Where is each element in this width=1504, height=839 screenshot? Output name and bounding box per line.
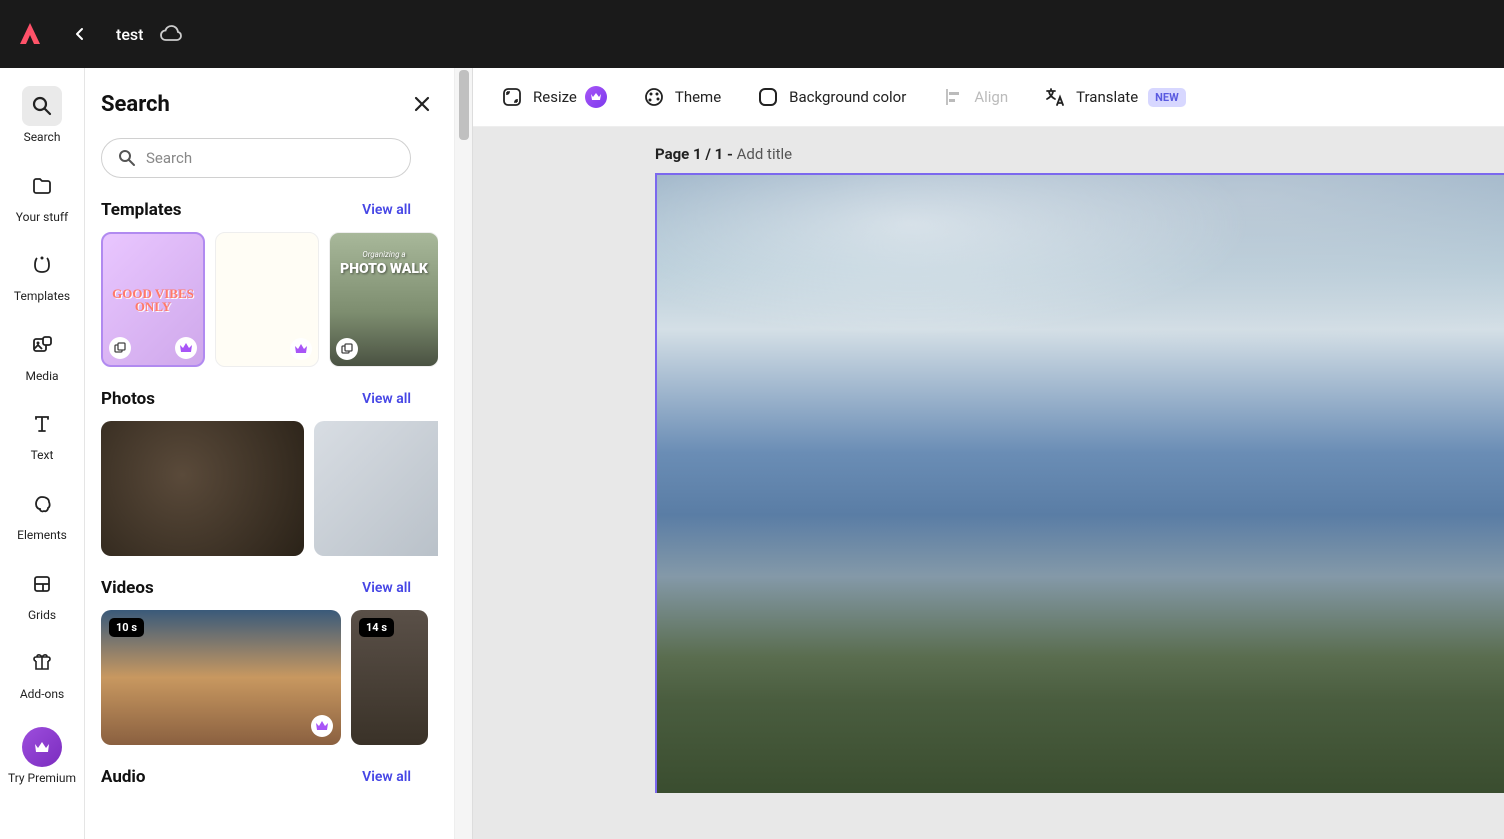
rail-label: Media bbox=[25, 369, 58, 385]
panel-scrollbar[interactable] bbox=[455, 68, 473, 839]
background-color-button[interactable]: Background color bbox=[757, 86, 906, 108]
align-button: Align bbox=[942, 86, 1008, 108]
section-title-templates: Templates bbox=[101, 200, 182, 220]
rail-label: Add-ons bbox=[20, 687, 64, 703]
rail-label: Grids bbox=[28, 608, 56, 624]
close-icon bbox=[413, 95, 431, 113]
video-duration: 10 s bbox=[109, 618, 144, 637]
rail-item-text[interactable]: Text bbox=[8, 398, 76, 472]
resize-icon bbox=[501, 86, 523, 108]
video-duration: 14 s bbox=[359, 618, 394, 637]
rail-item-templates[interactable]: Templates bbox=[8, 239, 76, 313]
section-title-videos: Videos bbox=[101, 578, 154, 598]
view-all-photos[interactable]: View all bbox=[362, 391, 411, 407]
rail-item-grids[interactable]: Grids bbox=[8, 558, 76, 632]
search-icon bbox=[32, 96, 52, 116]
rail-item-addons[interactable]: Add-ons bbox=[8, 637, 76, 711]
left-rail: Search Your stuff Templates Media Text E… bbox=[0, 68, 85, 839]
media-icon bbox=[32, 335, 52, 355]
rail-label: Text bbox=[31, 448, 54, 464]
document-title[interactable]: test bbox=[116, 25, 143, 44]
add-title-placeholder[interactable]: Add title bbox=[737, 145, 793, 163]
template-thumb[interactable]: Organizing aPHOTO WALK bbox=[329, 232, 438, 367]
resize-button[interactable]: Resize bbox=[501, 86, 607, 108]
app-logo[interactable] bbox=[16, 20, 44, 48]
template-thumb[interactable] bbox=[215, 232, 319, 367]
canvas-toolbar: Resize Theme Background color Align Tran… bbox=[473, 68, 1504, 127]
view-all-videos[interactable]: View all bbox=[362, 580, 411, 596]
photo-thumb[interactable] bbox=[314, 421, 438, 556]
new-badge: NEW bbox=[1148, 88, 1186, 107]
rail-label: Your stuff bbox=[16, 210, 68, 226]
premium-badge-icon bbox=[290, 338, 312, 360]
folder-icon bbox=[32, 176, 52, 196]
theme-icon bbox=[643, 86, 665, 108]
grid-icon bbox=[32, 574, 52, 594]
rail-label: Elements bbox=[17, 528, 67, 544]
template-thumb[interactable]: GOOD VIBES ONLY bbox=[101, 232, 205, 367]
theme-button[interactable]: Theme bbox=[643, 86, 721, 108]
rail-item-media[interactable]: Media bbox=[8, 319, 76, 393]
search-input[interactable] bbox=[146, 149, 394, 167]
back-button[interactable] bbox=[64, 18, 96, 50]
panel-title: Search bbox=[101, 92, 170, 117]
chevron-left-icon bbox=[73, 27, 87, 41]
video-thumb[interactable]: 10 s bbox=[101, 610, 341, 745]
cloud-sync-icon[interactable] bbox=[159, 22, 183, 46]
canvas-image[interactable] bbox=[655, 173, 1504, 793]
layers-badge-icon bbox=[109, 337, 131, 359]
premium-badge-icon bbox=[585, 86, 607, 108]
tool-label: Align bbox=[974, 88, 1008, 106]
rail-label: Try Premium bbox=[8, 771, 76, 787]
template-icon bbox=[32, 255, 52, 275]
translate-icon bbox=[1044, 86, 1066, 108]
search-icon bbox=[118, 149, 136, 167]
templates-row: GOOD VIBES ONLY Organizing aPHOTO WALK bbox=[101, 232, 438, 367]
premium-badge-icon bbox=[311, 715, 333, 737]
rail-item-your-stuff[interactable]: Your stuff bbox=[8, 160, 76, 234]
premium-badge-icon bbox=[175, 337, 197, 359]
template-caption: Organizing aPHOTO WALK bbox=[330, 251, 438, 277]
view-all-audio[interactable]: View all bbox=[362, 769, 411, 785]
photos-row bbox=[101, 421, 438, 556]
tool-label: Translate bbox=[1076, 88, 1138, 106]
photo-thumb[interactable] bbox=[101, 421, 304, 556]
search-panel: Search Templates View all GOOD VIBES ONL… bbox=[85, 68, 455, 839]
align-icon bbox=[942, 86, 964, 108]
layers-badge-icon bbox=[336, 338, 358, 360]
bg-color-icon bbox=[757, 86, 779, 108]
video-thumb[interactable]: 14 s bbox=[351, 610, 428, 745]
text-icon bbox=[32, 414, 52, 434]
rail-item-elements[interactable]: Elements bbox=[8, 478, 76, 552]
tool-label: Resize bbox=[533, 88, 577, 106]
search-box[interactable] bbox=[101, 138, 411, 178]
section-title-audio: Audio bbox=[101, 767, 146, 787]
close-panel-button[interactable] bbox=[406, 88, 438, 120]
rail-item-premium[interactable]: Try Premium bbox=[8, 721, 76, 795]
page-label[interactable]: Page 1 / 1 - Add title bbox=[655, 127, 1504, 173]
rail-item-search[interactable]: Search bbox=[8, 80, 76, 154]
translate-button[interactable]: Translate NEW bbox=[1044, 86, 1186, 108]
section-title-photos: Photos bbox=[101, 389, 155, 409]
videos-row: 10 s 14 s bbox=[101, 610, 438, 745]
scrollbar-thumb[interactable] bbox=[459, 70, 469, 140]
tool-label: Background color bbox=[789, 88, 906, 106]
addon-icon bbox=[32, 653, 52, 673]
app-header: test bbox=[0, 0, 1504, 68]
shape-icon bbox=[32, 494, 52, 514]
view-all-templates[interactable]: View all bbox=[362, 202, 411, 218]
tool-label: Theme bbox=[675, 88, 721, 106]
rail-label: Templates bbox=[14, 289, 70, 305]
canvas-area: Resize Theme Background color Align Tran… bbox=[473, 68, 1504, 839]
rail-label: Search bbox=[24, 130, 61, 146]
crown-icon bbox=[33, 738, 51, 756]
